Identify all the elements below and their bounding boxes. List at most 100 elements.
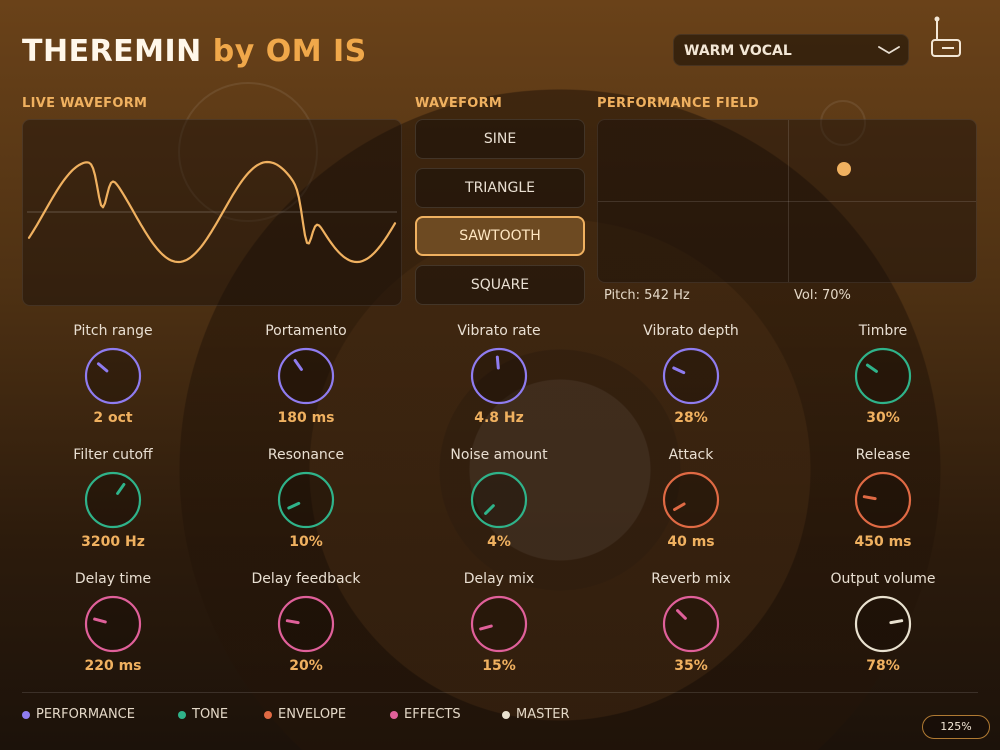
knob-value: 28% [674, 410, 708, 426]
legend-item-envelope: ENVELOPE [264, 707, 346, 722]
knob-timbre: Timbre 30% [787, 322, 979, 426]
legend-label: PERFORMANCE [36, 707, 135, 722]
knob-reverb-mix: Reverb mix 35% [595, 570, 787, 674]
release-knob-dial[interactable] [853, 470, 913, 530]
waveform-option-sawtooth[interactable]: SAWTOOTH [415, 216, 585, 256]
knob-pitch-range: Pitch range 2 oct [17, 322, 209, 426]
app-title-sub: by OM IS [212, 34, 367, 69]
legend-item-effects: EFFECTS [390, 707, 461, 722]
chevron-down-icon [878, 46, 900, 55]
knob-label: Delay feedback [251, 571, 361, 587]
footer-divider [22, 692, 978, 693]
knob-value: 15% [482, 658, 516, 674]
live-waveform-display [22, 119, 402, 306]
knob-value: 180 ms [277, 410, 335, 426]
legend-label: MASTER [516, 707, 570, 722]
knob-label: Vibrato rate [457, 323, 541, 339]
knob-output-volume: Output volume 78% [787, 570, 979, 674]
knob-label: Pitch range [73, 323, 153, 339]
legend-item-tone: TONE [178, 707, 228, 722]
legend-label: TONE [192, 707, 229, 722]
knob-label: Delay time [74, 571, 152, 587]
performance-field[interactable] [597, 119, 977, 283]
vibrato-rate-knob-dial[interactable] [469, 346, 529, 406]
waveform-option-triangle[interactable]: TRIANGLE [415, 168, 585, 208]
knob-value: 2 oct [93, 410, 133, 426]
preset-selected-value: WARM VOCAL [684, 43, 792, 59]
live-waveform-label: LIVE WAVEFORM [22, 96, 148, 111]
legend-item-master: MASTER [502, 707, 570, 722]
knob-value: 220 ms [84, 658, 142, 674]
knob-vibrato-rate: Vibrato rate 4.8 Hz [403, 322, 595, 426]
knob-label: Reverb mix [651, 571, 731, 587]
knob-value: 3200 Hz [81, 534, 145, 550]
delay-mix-knob-dial[interactable] [469, 594, 529, 654]
timbre-knob-dial[interactable] [853, 346, 913, 406]
delay-time-knob-dial[interactable] [83, 594, 143, 654]
legend-label: EFFECTS [404, 707, 461, 722]
knob-indicator [495, 355, 500, 370]
knob-label: Vibrato depth [643, 323, 739, 339]
knob-delay-feedback: Delay feedback 20% [210, 570, 402, 674]
waveform-option-square[interactable]: SQUARE [415, 265, 585, 305]
pitch-readout: Pitch: 542 Hz [604, 288, 690, 303]
waveform-label: WAVEFORM [415, 96, 503, 111]
knob-label: Noise amount [450, 447, 548, 463]
filter-cutoff-knob-dial[interactable] [83, 470, 143, 530]
performance-crosshair-horizontal [598, 201, 976, 202]
knob-value: 35% [674, 658, 708, 674]
knob-label: Portamento [265, 323, 347, 339]
legend-dot-icon [390, 710, 398, 719]
performance-field-label: PERFORMANCE FIELD [597, 96, 759, 111]
knob-label: Filter cutoff [73, 447, 153, 463]
knob-attack: Attack 40 ms [595, 446, 787, 550]
knob-vibrato-depth: Vibrato depth 28% [595, 322, 787, 426]
zoom-button[interactable]: 125% [922, 715, 990, 739]
knob-value: 4% [487, 534, 511, 550]
knob-value: 30% [866, 410, 900, 426]
legend-label: ENVELOPE [278, 707, 347, 722]
knob-indicator [862, 495, 877, 501]
legend-dot-icon [502, 710, 510, 719]
legend-dot-icon [264, 710, 272, 719]
legend-dot-icon [178, 710, 186, 719]
portamento-knob-dial[interactable] [276, 346, 336, 406]
app-title: THEREMIN by OM IS [22, 34, 367, 69]
knob-delay-mix: Delay mix 15% [403, 570, 595, 674]
legend-dot-icon [22, 710, 30, 719]
knob-resonance: Resonance 10% [210, 446, 402, 550]
knob-indicator [285, 619, 300, 625]
knob-indicator [889, 619, 904, 625]
attack-knob-dial[interactable] [661, 470, 721, 530]
legend-item-performance: PERFORMANCE [22, 707, 135, 722]
waveform-option-sine[interactable]: SINE [415, 119, 585, 159]
knob-value: 78% [866, 658, 900, 674]
vibrato-depth-knob-dial[interactable] [661, 346, 721, 406]
knob-label: Delay mix [463, 571, 535, 587]
noise-amount-knob-dial[interactable] [469, 470, 529, 530]
waveform-plot [27, 160, 397, 264]
volume-readout: Vol: 70% [794, 288, 851, 303]
knob-label: Release [855, 447, 911, 463]
knob-filter-cutoff: Filter cutoff 3200 Hz [17, 446, 209, 550]
theremin-antenna-icon[interactable] [928, 16, 964, 60]
output-volume-knob-dial[interactable] [853, 594, 913, 654]
knob-portamento: Portamento 180 ms [210, 322, 402, 426]
knob-delay-time: Delay time 220 ms [17, 570, 209, 674]
resonance-knob-dial[interactable] [276, 470, 336, 530]
knob-value: 20% [289, 658, 323, 674]
knob-value: 4.8 Hz [474, 410, 524, 426]
performance-cursor[interactable] [836, 161, 851, 176]
delay-feedback-knob-dial[interactable] [276, 594, 336, 654]
knob-value: 10% [289, 534, 323, 550]
knob-noise-amount: Noise amount 4% [403, 446, 595, 550]
knob-value: 450 ms [854, 534, 912, 550]
preset-select[interactable]: WARM VOCAL [673, 34, 909, 66]
knob-label: Output volume [830, 571, 936, 587]
knob-label: Resonance [267, 447, 345, 463]
pitch-range-knob-dial[interactable] [83, 346, 143, 406]
knob-value: 40 ms [667, 534, 715, 550]
knob-label: Attack [668, 447, 714, 463]
app-title-main: THEREMIN [22, 34, 202, 69]
reverb-mix-knob-dial[interactable] [661, 594, 721, 654]
